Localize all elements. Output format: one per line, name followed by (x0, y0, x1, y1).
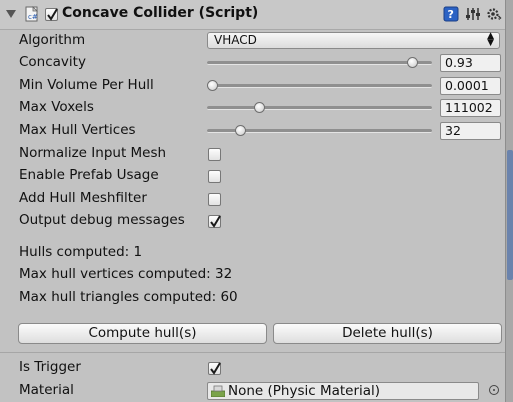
max-voxels-field[interactable]: 111002 (440, 99, 501, 117)
script-icon: c# (25, 6, 38, 22)
object-picker-icon[interactable] (489, 385, 499, 395)
concavity-label: Concavity (19, 54, 86, 70)
max-vertices-computed-text: Max hull vertices computed: 32 (19, 266, 233, 282)
normalize-checkbox[interactable] (208, 148, 221, 161)
max-voxels-slider[interactable] (207, 100, 432, 116)
physic-material-icon (211, 385, 225, 397)
help-icon[interactable]: ? (443, 6, 459, 22)
svg-text:?: ? (448, 8, 454, 21)
concavity-slider[interactable] (207, 55, 432, 71)
min-volume-label: Min Volume Per Hull (19, 77, 154, 93)
delete-hulls-button[interactable]: Delete hull(s) (273, 323, 502, 344)
settings-gear-icon[interactable] (486, 6, 502, 22)
section-divider (0, 352, 505, 353)
compute-hulls-button[interactable]: Compute hull(s) (18, 323, 267, 344)
scrollbar-thumb[interactable] (507, 150, 513, 280)
min-volume-slider-handle[interactable] (207, 80, 218, 91)
max-voxels-slider-handle[interactable] (254, 102, 266, 113)
algorithm-dropdown[interactable]: VHACD ▲ ▼ (207, 32, 500, 49)
is-trigger-checkbox[interactable] (208, 362, 221, 375)
debug-label: Output debug messages (19, 212, 185, 228)
is-trigger-label: Is Trigger (19, 359, 81, 375)
concavity-slider-handle[interactable] (406, 57, 418, 68)
material-value: None (Physic Material) (228, 383, 381, 399)
hulls-computed-text: Hulls computed: 1 (19, 244, 143, 260)
component-title: Concave Collider (Script) (62, 5, 259, 21)
prefab-checkbox[interactable] (208, 170, 221, 183)
debug-checkbox[interactable] (208, 215, 221, 228)
inspector-scrollbar[interactable] (505, 0, 513, 402)
prefab-label: Enable Prefab Usage (19, 167, 159, 183)
max-hull-vertices-field[interactable]: 32 (440, 122, 501, 140)
material-label: Material (19, 382, 74, 398)
dropdown-arrows-icon: ▲ ▼ (487, 31, 494, 48)
preset-icon[interactable] (465, 6, 481, 22)
algorithm-label: Algorithm (19, 32, 86, 48)
meshfilter-label: Add Hull Meshfilter (19, 190, 147, 206)
foldout-arrow-icon[interactable] (6, 10, 16, 18)
min-volume-field[interactable]: 0.0001 (440, 77, 501, 95)
concavity-field[interactable]: 0.93 (440, 54, 501, 72)
component-header: c# Concave Collider (Script) ? (0, 0, 505, 30)
max-hull-vertices-label: Max Hull Vertices (19, 122, 136, 138)
algorithm-value: VHACD (214, 33, 257, 47)
normalize-label: Normalize Input Mesh (19, 145, 167, 161)
max-hull-vertices-slider[interactable] (207, 123, 432, 139)
max-voxels-label: Max Voxels (19, 99, 94, 115)
component-enabled-checkbox[interactable] (45, 8, 58, 21)
meshfilter-checkbox[interactable] (208, 193, 221, 206)
material-object-field[interactable]: None (Physic Material) (207, 382, 479, 400)
max-triangles-computed-text: Max hull triangles computed: 60 (19, 289, 238, 305)
svg-text:c#: c# (28, 13, 38, 21)
min-volume-slider[interactable] (207, 78, 432, 94)
max-hull-vertices-slider-handle[interactable] (234, 125, 246, 136)
